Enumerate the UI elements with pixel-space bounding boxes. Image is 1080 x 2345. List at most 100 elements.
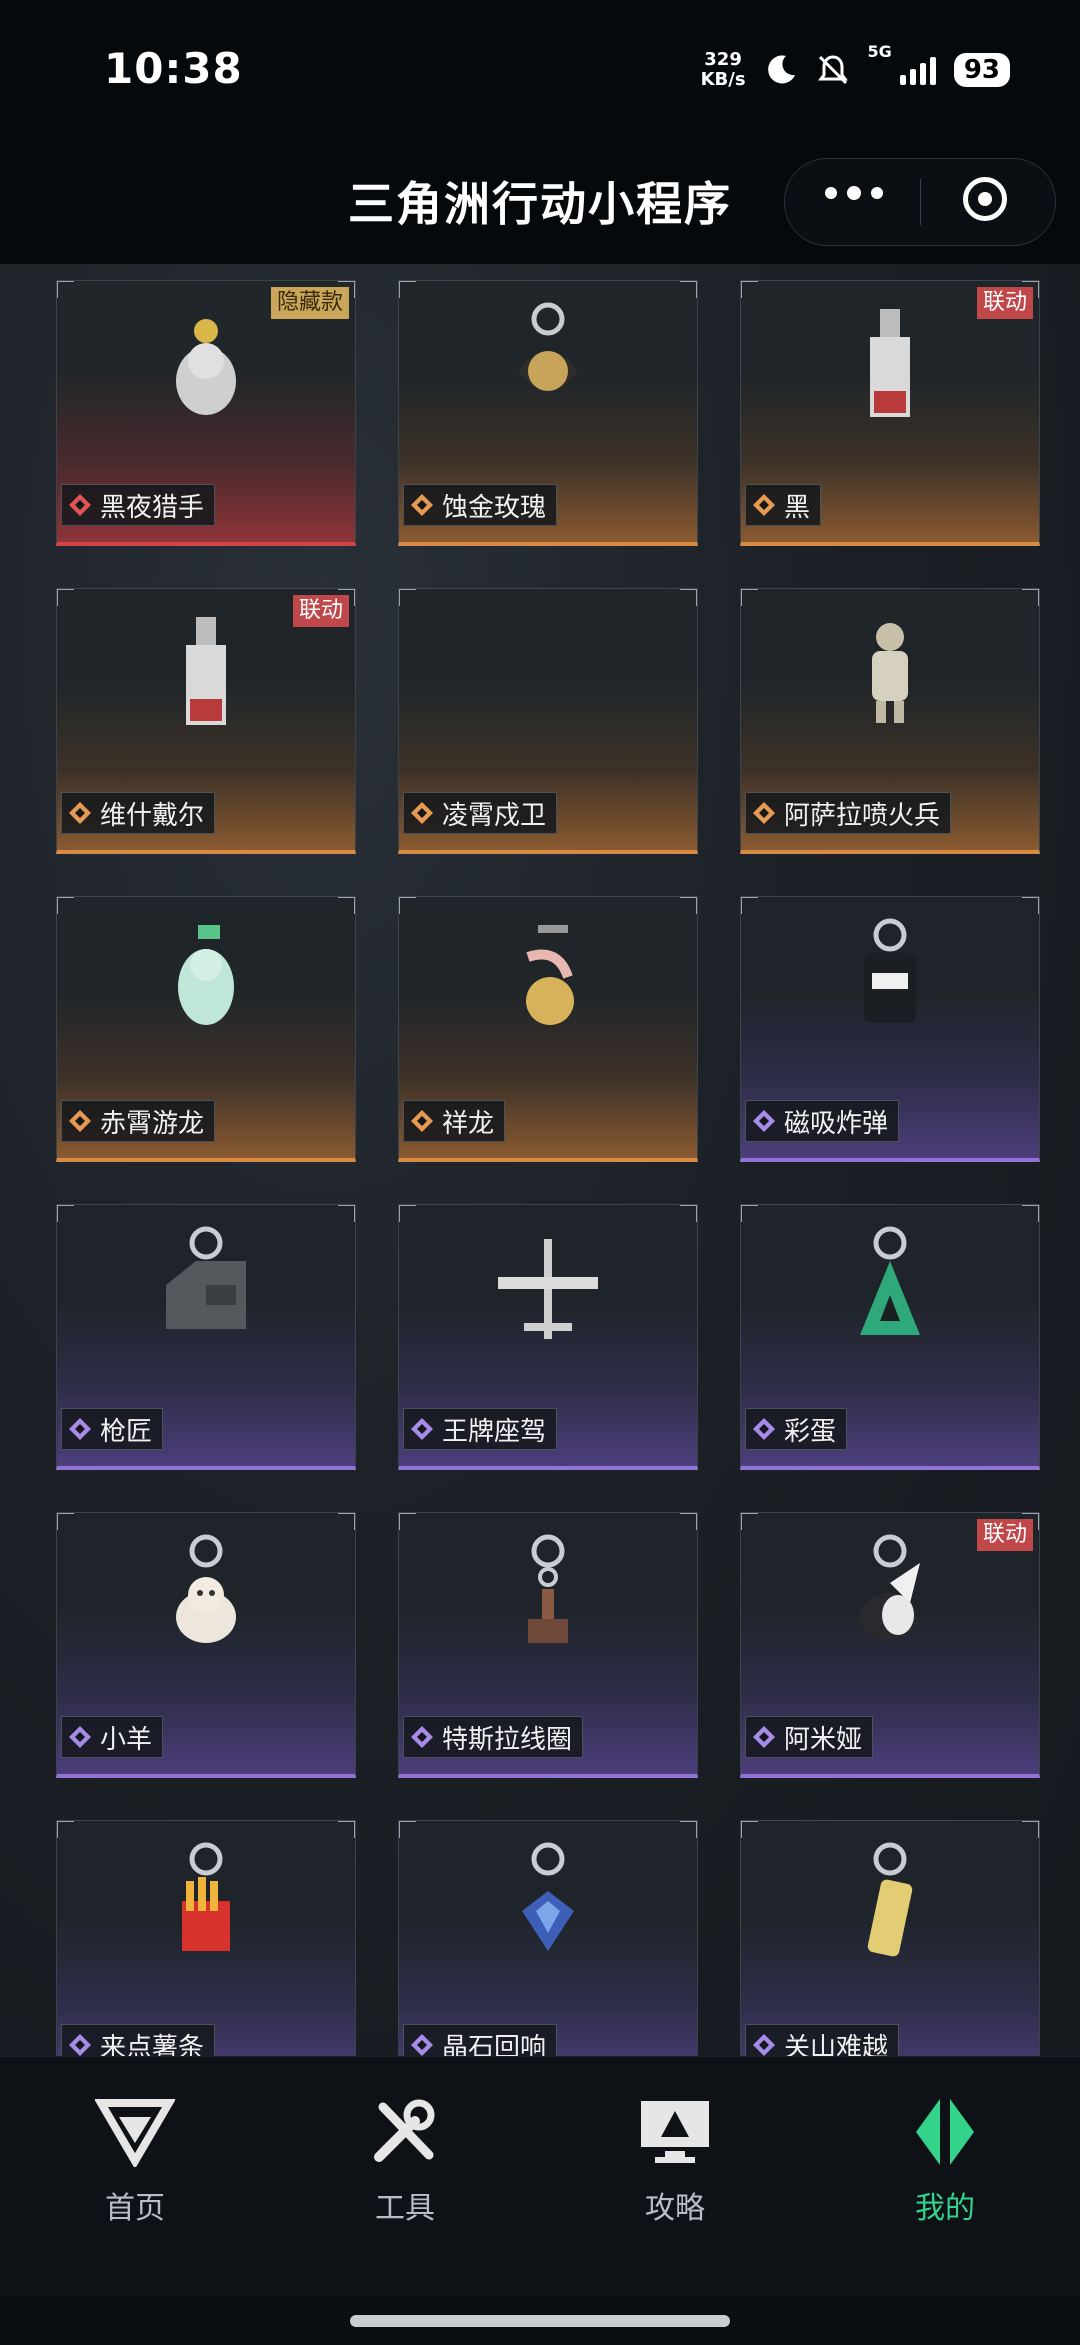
charm-card[interactable]: 晶石回响: [398, 1820, 698, 2056]
corner-marker: [741, 281, 758, 298]
bottom-nav: 首页 工具 攻略 我的: [0, 2056, 1080, 2297]
charm-name: 彩蛋: [784, 1416, 837, 1447]
charm-card[interactable]: 蚀金玫瑰: [398, 280, 698, 546]
empty-charm: [488, 609, 608, 733]
charm-name: 小羊: [100, 1724, 153, 1755]
charm-card[interactable]: 来点薯条: [56, 1820, 356, 2056]
charm-card[interactable]: 特斯拉线圈: [398, 1512, 698, 1778]
corner-marker: [57, 1821, 74, 1838]
rarity-gem-icon: [753, 2034, 775, 2056]
rose-charm: [488, 301, 608, 425]
corner-marker: [680, 1821, 697, 1838]
fries-charm: [146, 1841, 266, 1965]
charm-name: 维什戴尔: [100, 800, 205, 831]
nav-profile-label: 我的: [915, 2191, 975, 2226]
rarity-gem-icon: [411, 1110, 433, 1132]
charm-collection[interactable]: 隐藏款 黑夜猎手 蚀金玫瑰 联动黑联动 维什戴尔 凌霄戍卫 阿萨拉喷火兵 赤霄游龙 祥龙 磁吸炸弹…: [0, 264, 1080, 2056]
rarity-gem-icon: [411, 2034, 433, 2056]
charm-card[interactable]: 王牌座驾: [398, 1204, 698, 1470]
corner-marker: [399, 281, 416, 298]
close-miniprogram-icon[interactable]: [963, 177, 1007, 221]
tag-card-charm: [146, 609, 266, 733]
nav-profile[interactable]: 我的: [845, 2097, 1045, 2227]
corner-marker: [680, 897, 697, 914]
charm-label: 凌霄戍卫: [403, 792, 558, 834]
corner-marker: [399, 1513, 416, 1530]
rarity-gem-icon: [411, 1726, 433, 1748]
capsule-divider: [920, 179, 921, 225]
nav-tools[interactable]: 工具: [305, 2097, 505, 2227]
charm-card[interactable]: 隐藏款黑夜猎手: [56, 280, 356, 546]
dragon-figure-charm: [146, 917, 266, 1041]
corner-marker: [741, 1205, 758, 1222]
nav-home-label: 首页: [105, 2191, 165, 2226]
charm-card[interactable]: 枪匠: [56, 1204, 356, 1470]
miniprogram-capsule: [784, 158, 1056, 246]
corner-marker: [1022, 1821, 1039, 1838]
charm-card[interactable]: 联动黑: [740, 280, 1040, 546]
stick-charm: [830, 1841, 950, 1965]
wolf-figure-charm: [146, 301, 266, 425]
profile-logo-icon: [916, 2099, 974, 2165]
corner-marker: [680, 589, 697, 606]
corner-marker: [57, 281, 74, 298]
charm-name: 祥龙: [442, 1108, 495, 1139]
charm-label: 祥龙: [403, 1100, 506, 1142]
corner-marker: [741, 589, 758, 606]
corner-marker: [399, 1205, 416, 1222]
charm-label: 彩蛋: [745, 1408, 848, 1450]
charm-label: 来点薯条: [61, 2024, 216, 2056]
bunny-charm: [830, 1533, 950, 1657]
charm-card[interactable]: 关山难越: [740, 1820, 1040, 2056]
guide-monitor-icon: [641, 2101, 709, 2163]
hidden-badge: 隐藏款: [270, 287, 349, 319]
nav-home[interactable]: 首页: [35, 2097, 235, 2227]
rarity-gem-icon: [69, 494, 91, 516]
charm-card[interactable]: 凌霄戍卫: [398, 588, 698, 854]
rarity-gem-icon: [411, 494, 433, 516]
corner-marker: [57, 1513, 74, 1530]
bell-muted-icon: [817, 55, 848, 85]
rarity-gem-icon: [411, 1418, 433, 1440]
collab-badge: 联动: [976, 287, 1033, 319]
corner-marker: [680, 1205, 697, 1222]
home-indicator[interactable]: [350, 2315, 730, 2327]
charm-label: 黑夜猎手: [61, 484, 216, 526]
charm-name: 黑: [784, 492, 811, 523]
title-bar: 三角洲行动小程序: [0, 140, 1080, 264]
corner-marker: [741, 897, 758, 914]
charm-label: 维什戴尔: [61, 792, 216, 834]
charm-card[interactable]: 磁吸炸弹: [740, 896, 1040, 1162]
coil-charm: [488, 1533, 608, 1657]
nav-guide[interactable]: 攻略: [575, 2097, 775, 2227]
dragon-ball-charm: [488, 917, 608, 1041]
charm-label: 特斯拉线圈: [403, 1716, 584, 1758]
charm-card[interactable]: 彩蛋: [740, 1204, 1040, 1470]
charm-name: 黑夜猎手: [100, 492, 205, 523]
corner-marker: [57, 897, 74, 914]
charm-card[interactable]: 赤霄游龙: [56, 896, 356, 1162]
status-icons: 329 KB/s 5G 93: [701, 44, 1010, 96]
corner-marker: [57, 1205, 74, 1222]
charm-card[interactable]: 小羊: [56, 1512, 356, 1778]
nav-guide-label: 攻略: [645, 2191, 705, 2226]
charm-name: 赤霄游龙: [100, 1108, 205, 1139]
network-speed-value: 329: [704, 49, 742, 70]
battery-level: 93: [953, 53, 1010, 87]
charm-card[interactable]: 祥龙: [398, 896, 698, 1162]
charm-card[interactable]: 阿萨拉喷火兵: [740, 588, 1040, 854]
corner-marker: [338, 1513, 355, 1530]
collab-badge: 联动: [976, 1519, 1033, 1551]
rarity-gem-icon: [69, 1726, 91, 1748]
charm-card[interactable]: 联动阿米娅: [740, 1512, 1040, 1778]
rarity-gem-icon: [69, 2034, 91, 2056]
corner-marker: [1022, 589, 1039, 606]
corner-marker: [338, 897, 355, 914]
tag-card-charm: [830, 301, 950, 425]
collab-badge: 联动: [292, 595, 349, 627]
charm-label: 阿米娅: [745, 1716, 874, 1758]
charm-card[interactable]: 联动维什戴尔: [56, 588, 356, 854]
signal-icon: [899, 55, 936, 85]
more-options-icon[interactable]: [825, 186, 883, 200]
corner-marker: [680, 1513, 697, 1530]
